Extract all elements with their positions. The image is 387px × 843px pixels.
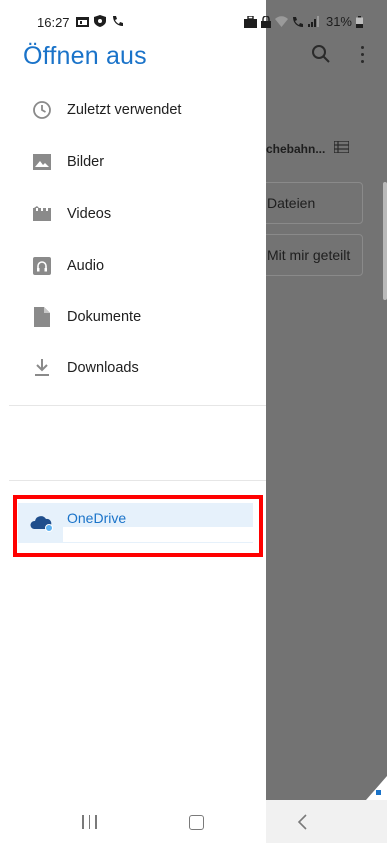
selection-highlight-box bbox=[13, 495, 263, 557]
status-system-icons: 31% bbox=[243, 14, 363, 29]
audio-icon bbox=[31, 255, 53, 277]
lock-icon bbox=[260, 15, 271, 28]
divider bbox=[9, 480, 266, 481]
scrollbar bbox=[383, 182, 387, 300]
menu-item-label: Dokumente bbox=[67, 309, 142, 325]
menu-item-downloads[interactable]: Downloads bbox=[0, 343, 266, 393]
navigation-bar bbox=[0, 800, 387, 843]
menu-item-label: Audio bbox=[67, 258, 105, 274]
menu-item-label: Videos bbox=[67, 206, 112, 222]
menu-item-images[interactable]: Bilder bbox=[0, 137, 266, 187]
battery-icon bbox=[356, 15, 363, 28]
signal-icon bbox=[307, 16, 319, 27]
menu-item-recent[interactable]: Zuletzt verwendet bbox=[0, 85, 266, 135]
document-icon bbox=[31, 306, 53, 328]
shield-icon bbox=[94, 15, 106, 27]
shared-with-me-card: Mit mir geteilt bbox=[262, 234, 363, 276]
divider bbox=[9, 405, 266, 406]
wifi-call-icon bbox=[292, 16, 303, 27]
image-icon bbox=[31, 151, 53, 173]
status-bar: 16:27 31% bbox=[0, 0, 387, 38]
files-card: Dateien bbox=[262, 182, 363, 224]
menu-item-label: Bilder bbox=[67, 154, 105, 170]
status-notification-icons bbox=[76, 15, 124, 27]
corner-indicator bbox=[366, 776, 387, 800]
back-button[interactable] bbox=[296, 813, 310, 831]
menu-item-label: Downloads bbox=[67, 360, 139, 376]
menu-item-videos[interactable]: Videos bbox=[0, 189, 266, 239]
video-icon bbox=[31, 203, 53, 225]
list-view-icon bbox=[334, 141, 349, 153]
briefcase-icon bbox=[243, 15, 257, 28]
drawer-title: Öffnen aus bbox=[23, 42, 147, 70]
search-icon bbox=[312, 45, 330, 63]
calendar-icon bbox=[76, 16, 89, 27]
menu-item-label: Zuletzt verwendet bbox=[67, 102, 182, 118]
breadcrumb: chebahn... bbox=[266, 142, 326, 156]
clock-icon bbox=[31, 99, 53, 121]
recent-apps-button[interactable] bbox=[82, 815, 97, 829]
home-button[interactable] bbox=[189, 815, 204, 830]
more-options-icon bbox=[360, 46, 366, 64]
wifi-icon bbox=[274, 16, 288, 27]
download-icon bbox=[31, 357, 53, 379]
menu-item-audio[interactable]: Audio bbox=[0, 241, 266, 291]
open-from-drawer: Öffnen aus Zuletzt verwendet Bilder Vide… bbox=[0, 0, 266, 800]
battery-percentage: 31% bbox=[325, 14, 352, 29]
status-time: 16:27 bbox=[37, 15, 70, 30]
call-icon bbox=[113, 16, 123, 26]
menu-item-documents[interactable]: Dokumente bbox=[0, 292, 266, 342]
